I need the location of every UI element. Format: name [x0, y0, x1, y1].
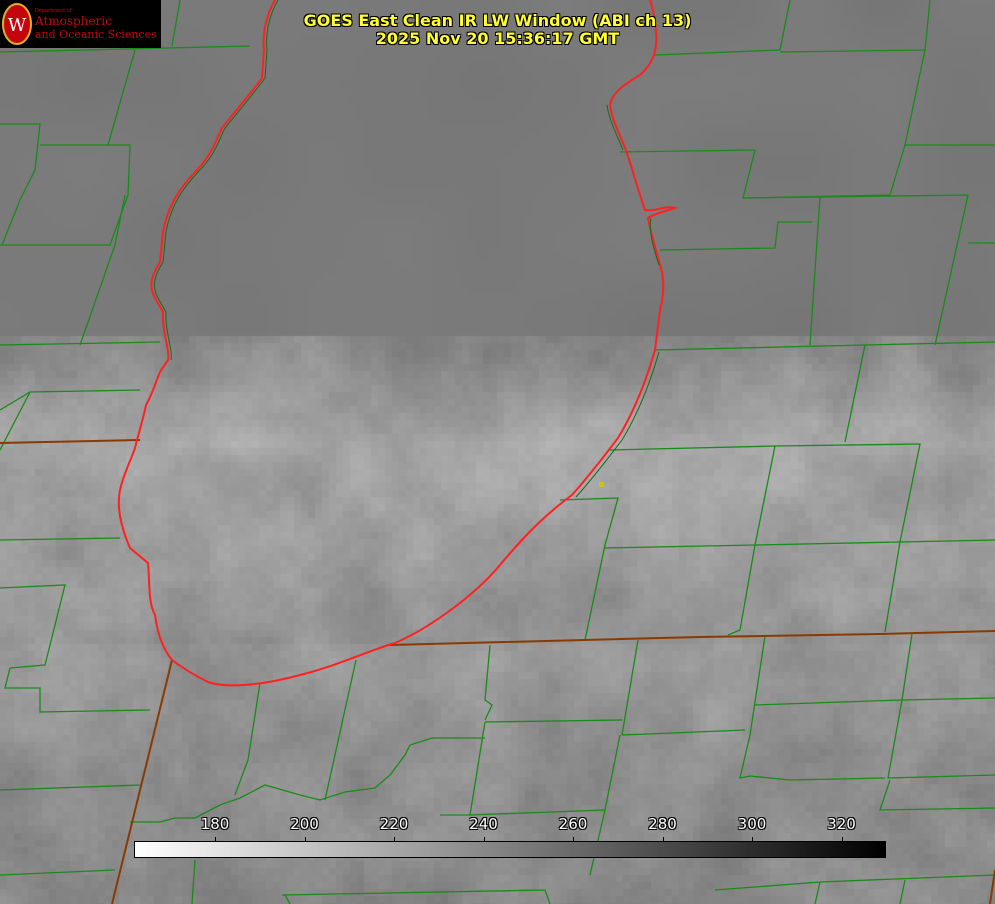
image-timestamp: 2025 Nov 20 15:36:17 GMT	[375, 29, 620, 48]
county-boundaries	[0, 0, 995, 904]
map-overlay	[0, 0, 995, 904]
colorbar-tick-label: 320	[827, 815, 856, 833]
colorbar-tick-label: 280	[648, 815, 677, 833]
location-marker	[599, 482, 604, 487]
colorbar	[134, 841, 886, 858]
state-boundaries	[0, 439, 995, 904]
colorbar-tick-label: 180	[200, 815, 230, 833]
colorbar-tick-label: 240	[469, 815, 498, 833]
image-title: GOES East Clean IR LW Window (ABI ch 13)	[303, 11, 692, 30]
colorbar-tick-label: 220	[379, 815, 409, 833]
colorbar-tick-label: 300	[737, 815, 767, 833]
lake-shoreline-inner	[153, 0, 660, 498]
colorbar-tick-label: 200	[290, 815, 319, 833]
lake-shoreline	[117, 0, 679, 687]
colorbar-tick-label: 260	[558, 815, 588, 833]
